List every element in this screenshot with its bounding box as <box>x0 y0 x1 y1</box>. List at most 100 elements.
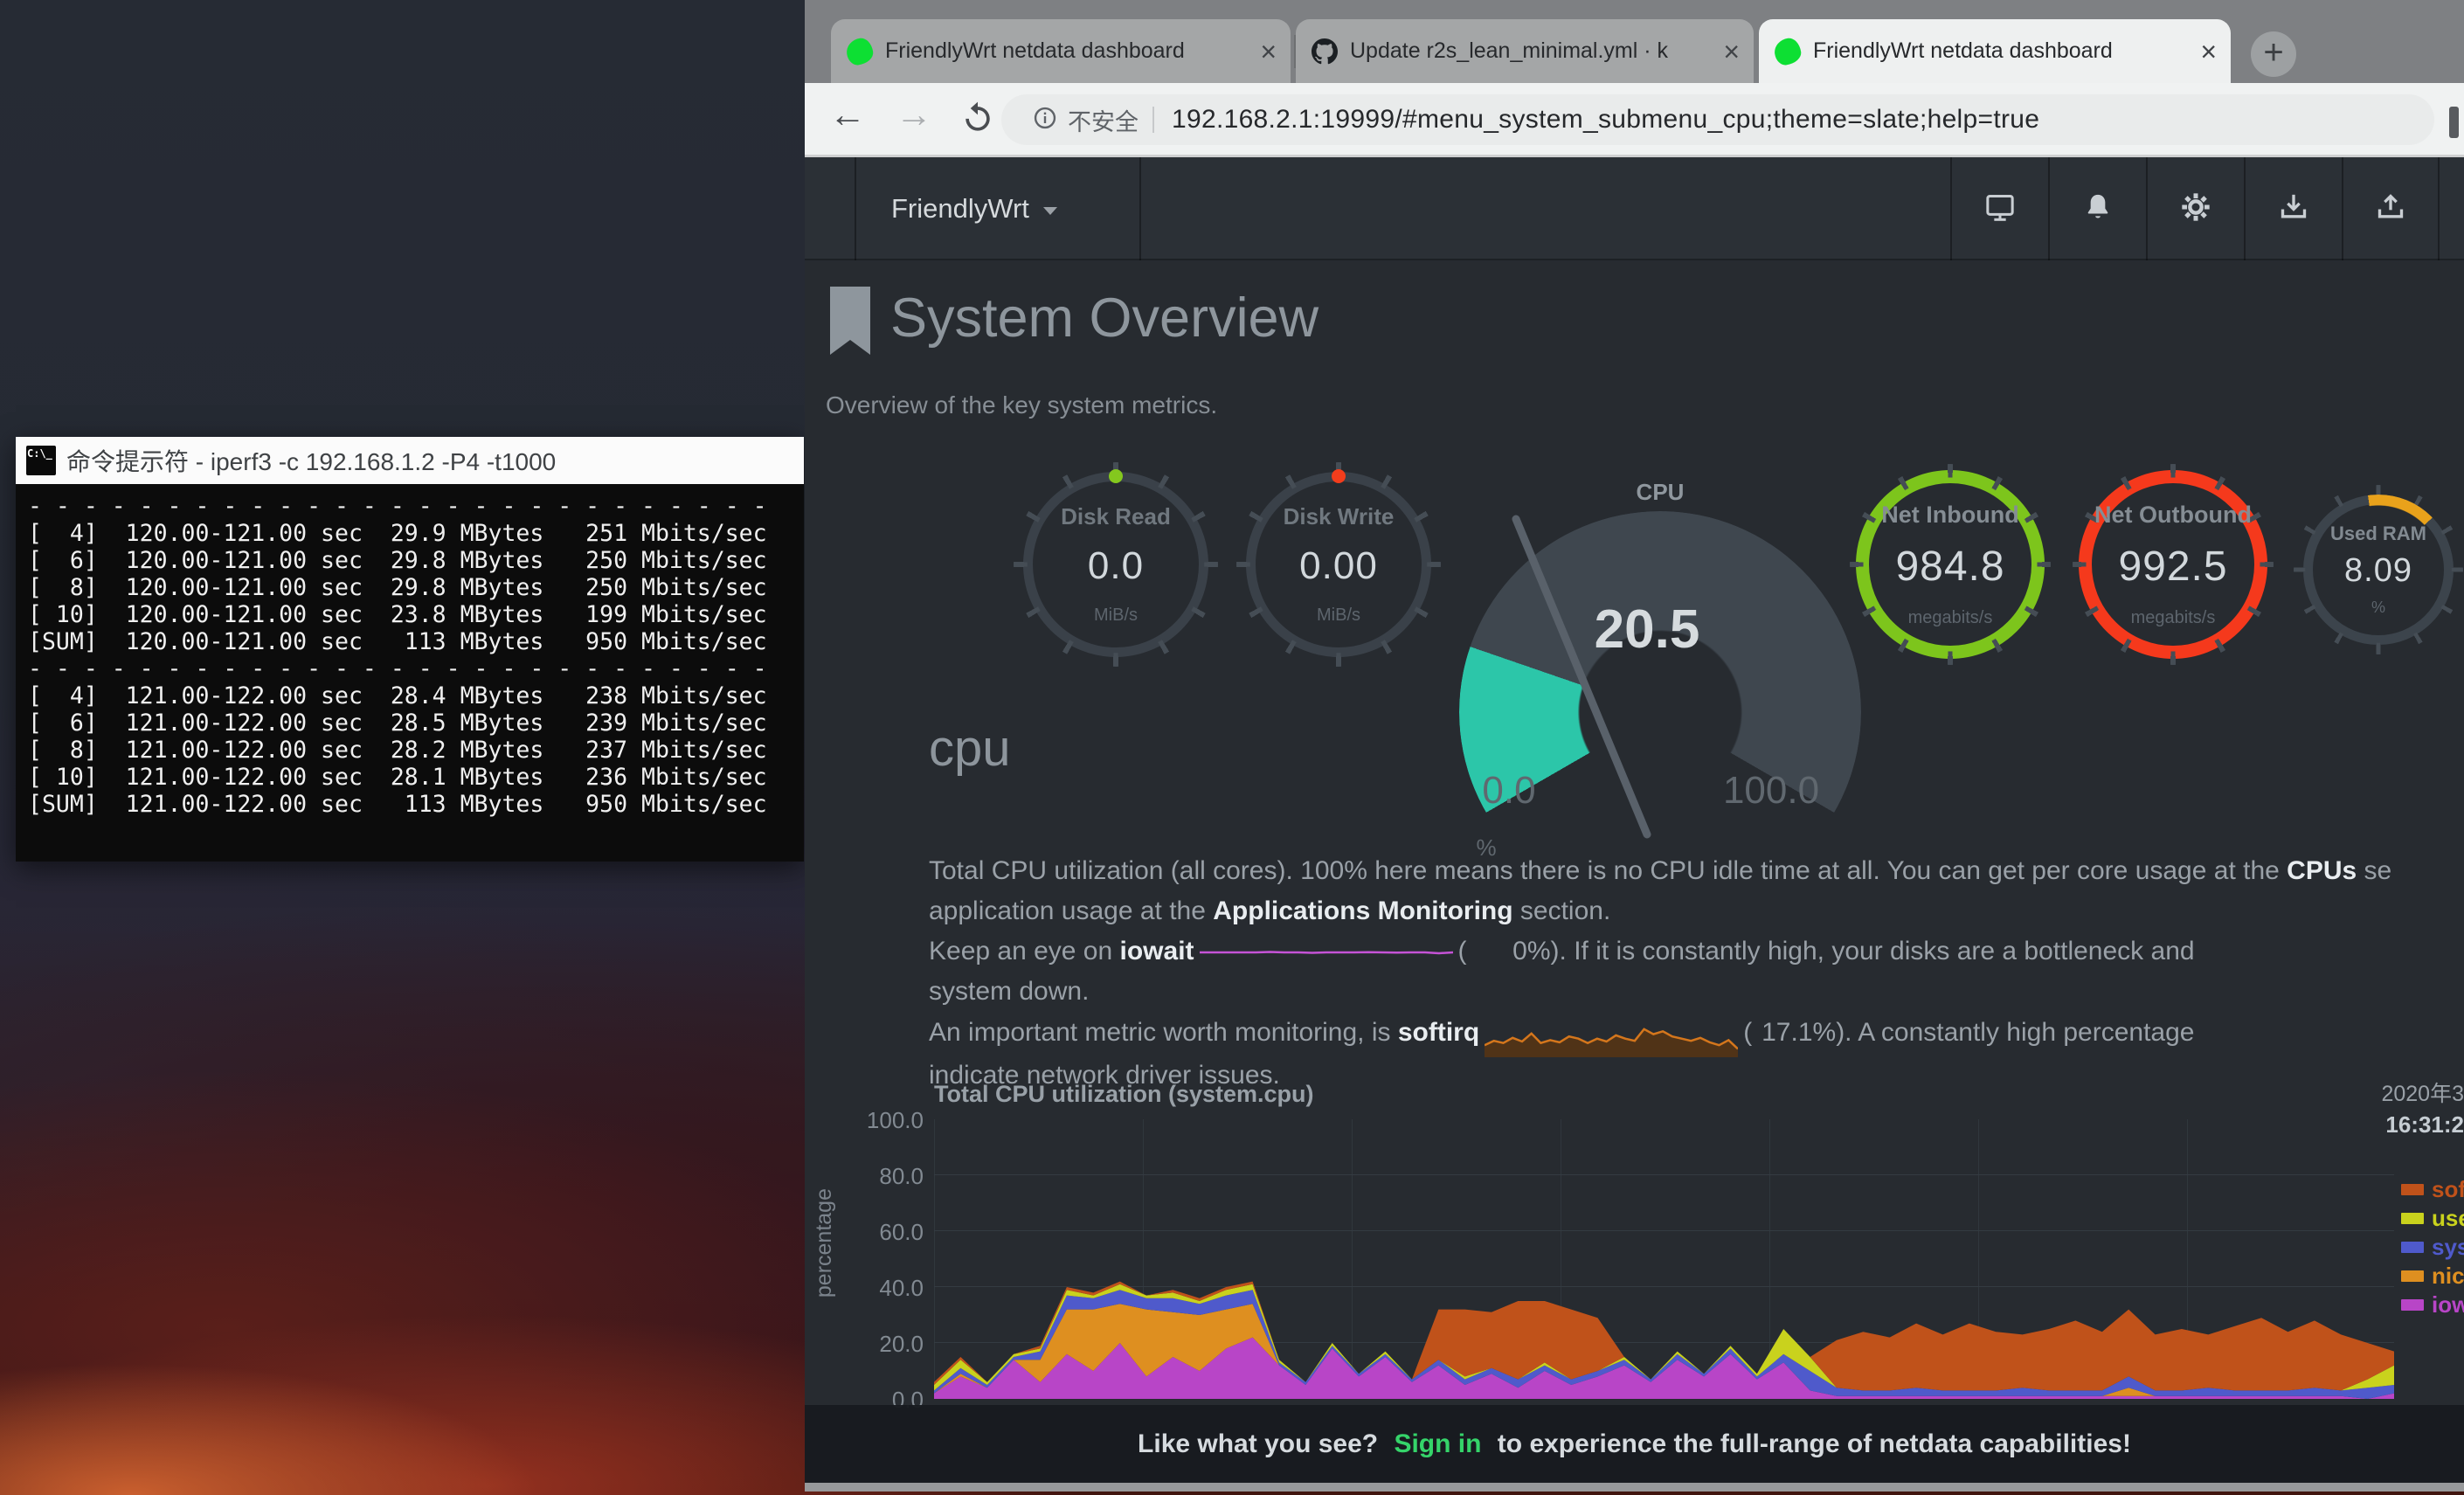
gauge-value: 20.5 <box>1564 599 1730 661</box>
terminal-window[interactable]: C:\_ 命令提示符 - iperf3 -c 192.168.1.2 -P4 -… <box>16 437 804 862</box>
legend-swatch <box>2401 1184 2424 1195</box>
gauge-value: 0.0 <box>1088 544 1144 588</box>
gauge-label: Net Outbound <box>2094 502 2252 529</box>
tab-friendlywrt-netdata-1[interactable]: FriendlyWrt netdata dashboard × <box>831 19 1291 83</box>
terminal-line: [ 6] 121.00-122.00 sec 28.5 MBytes 239 M… <box>28 709 804 737</box>
gauge-unit: % <box>2371 599 2385 617</box>
terminal-line: [ 6] 120.00-121.00 sec 29.8 MBytes 250 M… <box>28 547 804 574</box>
host-name: FriendlyWrt <box>891 193 1029 225</box>
gauge-value: 0.00 <box>1299 544 1378 588</box>
legend-swatch <box>2401 1299 2424 1311</box>
tab-close-icon[interactable]: × <box>1260 38 1277 65</box>
gauge-unit: MiB/s <box>1094 606 1138 626</box>
tab-github-update[interactable]: Update r2s_lean_minimal.yml · k × <box>1296 19 1754 83</box>
window-bottom-edge <box>805 1483 2464 1492</box>
import-button[interactable] <box>2244 157 2342 260</box>
gauge-label: Disk Write <box>1284 503 1395 530</box>
host-dropdown[interactable]: FriendlyWrt <box>855 157 1141 260</box>
tab-strip: FriendlyWrt netdata dashboard × Update r… <box>805 0 2464 83</box>
gauge-label: Disk Read <box>1061 503 1171 530</box>
net-inbound-gauge[interactable]: Net Inbound 984.8 megabits/s <box>1856 470 2045 659</box>
net-outbound-gauge[interactable]: Net Outbound 992.5 megabits/s <box>2079 470 2267 659</box>
monitor-icon <box>1983 190 2018 229</box>
gauge-label: Used RAM <box>2330 523 2426 545</box>
gauge-min: 0.0 <box>1457 769 1561 813</box>
legend-swatch <box>2401 1213 2424 1224</box>
chart-date: 2020年3 <box>2289 1076 2464 1108</box>
terminal-line: [ 8] 120.00-121.00 sec 29.8 MBytes 250 M… <box>28 574 804 601</box>
gear-icon <box>2178 190 2213 229</box>
iowait-sparkline <box>1200 946 1453 959</box>
reload-button[interactable] <box>959 99 997 146</box>
signin-link[interactable]: Sign in <box>1394 1429 1481 1459</box>
forward-button[interactable]: → <box>896 93 932 135</box>
gauge-value: 8.09 <box>2344 552 2412 590</box>
legend-label: system <box>2432 1234 2464 1261</box>
legend-swatch <box>2401 1242 2424 1253</box>
cpu-utilization-chart[interactable] <box>934 1119 2394 1399</box>
legend-item-system[interactable]: system <box>2401 1233 2464 1262</box>
not-secure-label: 不安全 <box>1068 103 1139 137</box>
paragraph-line: Keep an eye on iowait(0%). If it is cons… <box>929 937 2464 977</box>
gauge-value: 992.5 <box>2118 543 2227 591</box>
netdata-favicon <box>845 37 875 66</box>
tab-friendlywrt-netdata-2[interactable]: FriendlyWrt netdata dashboard × <box>1759 19 2231 83</box>
chevron-down-icon <box>1043 207 1057 215</box>
legend-label: iowait <box>2432 1291 2464 1319</box>
legend-item-softirq[interactable]: softirq <box>2401 1175 2464 1204</box>
terminal-titlebar[interactable]: C:\_ 命令提示符 - iperf3 -c 192.168.1.2 -P4 -… <box>16 437 804 484</box>
tab-close-icon[interactable]: × <box>2200 38 2217 65</box>
y-axis-tick: 20.0 <box>848 1331 924 1358</box>
signin-text: to experience the full-range of netdata … <box>1490 1429 2131 1459</box>
chart-title: Total CPU utilization (system.cpu) <box>934 1081 1314 1108</box>
softirq-sparkline <box>1485 1017 1738 1057</box>
browser-window: FriendlyWrt netdata dashboard × Update r… <box>805 0 2464 1492</box>
netdata-favicon <box>1773 37 1803 66</box>
clipped-toolbar-icon <box>2449 107 2459 138</box>
gauge-unit: megabits/s <box>1908 608 1993 628</box>
terminal-line: [ 10] 121.00-122.00 sec 28.1 MBytes 236 … <box>28 764 804 791</box>
export-button[interactable] <box>2342 157 2440 260</box>
url-text[interactable]: 192.168.2.1:19999/#menu_system_submenu_c… <box>1172 105 2039 135</box>
chart-legend: softirq user system nice iowait <box>2401 1175 2464 1319</box>
page-subtitle: Overview of the key system metrics. <box>826 391 1217 419</box>
iowait-value: 0% <box>1467 937 1551 966</box>
info-icon[interactable] <box>1031 104 1059 136</box>
terminal-line: [SUM] 120.00-121.00 sec 113 MBytes 950 M… <box>28 628 804 655</box>
disk-read-gauge[interactable]: Disk Read 0.0 MiB/s <box>1023 472 1208 657</box>
section-heading-cpu: cpu <box>929 719 1011 778</box>
signin-banner: Like what you see? Sign in to experience… <box>805 1405 2464 1483</box>
back-button[interactable]: ← <box>829 93 866 135</box>
settings-button[interactable] <box>2146 157 2244 260</box>
new-tab-button[interactable]: + <box>2251 31 2296 77</box>
applications-monitoring-link[interactable]: Applications Monitoring <box>1213 896 1512 925</box>
y-axis-tick: 100.0 <box>848 1107 924 1134</box>
cmd-icon: C:\_ <box>26 446 56 475</box>
gauge-label: Net Inbound <box>1881 502 2018 529</box>
nodes-view-button[interactable] <box>1950 157 2048 260</box>
terminal-output: - - - - - - - - - - - - - - - - - - - - … <box>16 484 804 862</box>
used-ram-gauge[interactable]: Used RAM 8.09 % <box>2303 495 2454 645</box>
gauge-unit: MiB/s <box>1317 606 1360 626</box>
download-icon <box>2276 190 2311 229</box>
netdata-header: FriendlyWrt <box>805 157 2464 260</box>
address-bar[interactable]: 不安全 192.168.2.1:19999/#menu_system_subme… <box>1001 94 2434 145</box>
legend-item-nice[interactable]: nice <box>2401 1262 2464 1291</box>
y-axis-tick: 80.0 <box>848 1163 924 1190</box>
github-favicon <box>1312 38 1338 65</box>
y-axis-tick: 60.0 <box>848 1219 924 1246</box>
legend-label: user <box>2432 1205 2464 1232</box>
terminal-line: [SUM] 121.00-122.00 sec 113 MBytes 950 M… <box>28 791 804 818</box>
page-title: System Overview <box>890 287 1319 350</box>
alarms-button[interactable] <box>2048 157 2146 260</box>
legend-item-iowait[interactable]: iowait <box>2401 1291 2464 1319</box>
paragraph-line: application usage at the Applications Mo… <box>929 896 2464 937</box>
tab-close-icon[interactable]: × <box>1723 38 1740 65</box>
disk-write-gauge[interactable]: Disk Write 0.00 MiB/s <box>1246 472 1431 657</box>
tab-title: Update r2s_lean_minimal.yml · k <box>1350 38 1714 64</box>
gauge-unit: megabits/s <box>2131 608 2216 628</box>
paragraph-line: system down. <box>929 977 2464 1017</box>
legend-item-user[interactable]: user <box>2401 1204 2464 1233</box>
paragraph-line: Total CPU utilization (all cores). 100% … <box>929 856 2464 896</box>
cpus-link[interactable]: CPUs <box>2287 856 2357 885</box>
